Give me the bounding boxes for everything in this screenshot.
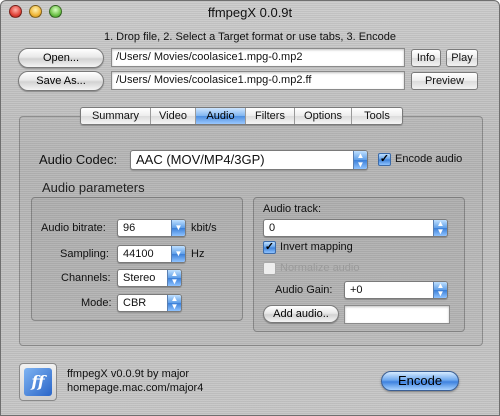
sampling-combo[interactable]: 44100 ▼ [117, 245, 186, 263]
encode-audio-label: Encode audio [395, 153, 463, 165]
save-as-button[interactable]: Save As... [18, 71, 104, 91]
audio-codec-popup[interactable]: AAC (MOV/MP4/3GP) ▲ ▼ [130, 150, 368, 170]
invert-mapping-checkbox[interactable]: ✓ [263, 241, 276, 254]
channels-popup[interactable]: Stereo ▲ ▼ [117, 269, 182, 287]
chevron-down-icon: ▼ [171, 246, 185, 262]
popup-arrows-icon: ▲ ▼ [167, 295, 181, 311]
mode-popup[interactable]: CBR ▲ ▼ [117, 294, 182, 312]
audio-parameters-heading: Audio parameters [42, 180, 145, 195]
audio-gain-value: +0 [350, 284, 363, 296]
about-line-2: homepage.mac.com/major4 [67, 382, 204, 394]
tab-filters[interactable]: Filters [246, 108, 295, 124]
sampling-unit: Hz [191, 248, 205, 260]
tab-tools[interactable]: Tools [352, 108, 402, 124]
tab-audio[interactable]: Audio [196, 108, 246, 124]
encode-audio-checkbox[interactable]: ✓ [378, 153, 391, 166]
mode-value: CBR [123, 297, 147, 309]
audio-track-value: 0 [269, 222, 276, 234]
popup-arrows-icon: ▲ ▼ [167, 270, 181, 286]
tab-summary[interactable]: Summary [81, 108, 151, 124]
add-audio-field[interactable] [344, 305, 450, 324]
sampling-value: 44100 [123, 248, 154, 260]
audio-bitrate-unit: kbit/s [191, 222, 217, 234]
normalize-audio-label: Normalize audio [280, 262, 360, 274]
source-file-field[interactable]: /Users/ Movies/coolasice1.mpg-0.mp2 [111, 48, 405, 67]
app-window: ffmpegX 0.0.9t 1. Drop file, 2. Select a… [0, 0, 500, 416]
info-button[interactable]: Info [411, 49, 441, 67]
tab-options[interactable]: Options [295, 108, 352, 124]
window-title: ffmpegX 0.0.9t [207, 5, 293, 20]
audio-bitrate-label: Audio bitrate: [41, 222, 106, 234]
ffmpegx-logo-icon: ff [24, 368, 52, 396]
popup-arrows-icon: ▲ ▼ [353, 151, 367, 169]
preview-button[interactable]: Preview [411, 72, 478, 90]
target-file-field[interactable]: /Users/ Movies/coolasice1.mpg-0.mp2.ff [111, 71, 405, 90]
chevron-down-icon: ▼ [171, 220, 185, 236]
about-line-1: ffmpegX v0.0.9t by major [67, 368, 190, 380]
audio-codec-label: Audio Codec: [39, 152, 118, 167]
audio-track-popup[interactable]: 0 ▲ ▼ [263, 219, 448, 237]
title-bar: ffmpegX 0.0.9t [1, 1, 499, 23]
audio-codec-value: AAC (MOV/MP4/3GP) [136, 152, 265, 167]
add-audio-button[interactable]: Add audio.. [263, 305, 339, 323]
instructions-text: 1. Drop file, 2. Select a Target format … [103, 31, 397, 43]
audio-track-label: Audio track: [263, 203, 322, 215]
audio-gain-label: Audio Gain: [275, 284, 333, 296]
encode-button[interactable]: Encode [381, 371, 459, 391]
popup-arrows-icon: ▲ ▼ [433, 220, 447, 236]
open-button[interactable]: Open... [18, 48, 104, 68]
audio-bitrate-value: 96 [123, 222, 136, 234]
tab-video[interactable]: Video [151, 108, 196, 124]
channels-label: Channels: [61, 272, 111, 284]
play-button[interactable]: Play [446, 49, 478, 67]
sampling-label: Sampling: [60, 248, 109, 260]
tab-bar: Summary Video Audio Filters Options Tool… [80, 107, 403, 125]
popup-arrows-icon: ▲ ▼ [433, 282, 447, 298]
audio-gain-popup[interactable]: +0 ▲ ▼ [344, 281, 448, 299]
invert-mapping-label: Invert mapping [280, 241, 353, 253]
audio-bitrate-combo[interactable]: 96 ▼ [117, 219, 186, 237]
mode-label: Mode: [81, 297, 112, 309]
channels-value: Stereo [123, 272, 156, 284]
normalize-audio-checkbox[interactable] [263, 262, 276, 275]
ffmpegx-app-icon: ff [19, 363, 57, 401]
